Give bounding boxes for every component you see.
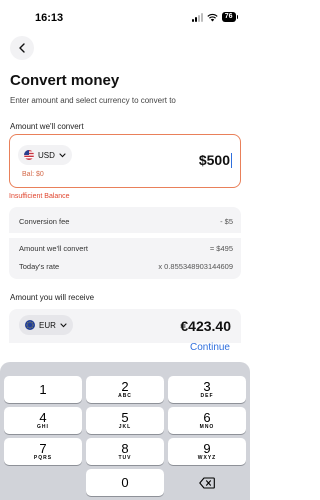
insufficient-balance-error: Insufficient Balance bbox=[9, 193, 70, 200]
status-time: 16:13 bbox=[35, 12, 64, 24]
us-flag-icon bbox=[24, 150, 34, 160]
key-1[interactable]: 1 bbox=[4, 376, 82, 403]
chevron-down-icon bbox=[59, 152, 66, 157]
convert-to-label: Amount you will receive bbox=[10, 293, 95, 302]
delete-key[interactable] bbox=[168, 469, 246, 496]
battery-level: 76 bbox=[221, 12, 236, 22]
back-button[interactable] bbox=[10, 36, 34, 60]
key-letters: MNO bbox=[199, 423, 215, 430]
summary-divider bbox=[9, 233, 241, 238]
convert-from-label: Amount we'll convert bbox=[10, 122, 84, 131]
from-currency-code: USD bbox=[38, 150, 55, 160]
key-number: 4 bbox=[39, 409, 47, 425]
amount-convert-row: Amount we'll convert = $495 bbox=[19, 244, 233, 253]
key-letters: WXYZ bbox=[197, 454, 217, 461]
key-number: 3 bbox=[203, 378, 211, 394]
key-3[interactable]: 3 DEF bbox=[168, 376, 246, 403]
rate-value: x 0.855348903144609 bbox=[158, 262, 233, 271]
to-currency-code: EUR bbox=[39, 320, 56, 330]
amount-convert-label: Amount we'll convert bbox=[19, 244, 88, 253]
key-letters: PQRS bbox=[33, 454, 53, 461]
back-arrow-icon bbox=[19, 43, 25, 53]
key-blank bbox=[4, 469, 82, 496]
key-4[interactable]: 4 GHI bbox=[4, 407, 82, 434]
key-letters: GHI bbox=[37, 423, 49, 430]
page-subtitle: Enter amount and select currency to conv… bbox=[10, 96, 176, 105]
key-2[interactable]: 2 ABC bbox=[86, 376, 164, 403]
backspace-icon bbox=[199, 476, 215, 489]
balance-text: Bal: $0 bbox=[22, 171, 44, 178]
key-number: 9 bbox=[203, 440, 211, 456]
key-letters: ABC bbox=[118, 392, 132, 399]
text-caret bbox=[231, 152, 232, 168]
eu-flag-icon bbox=[25, 320, 35, 330]
key-0[interactable]: 0 bbox=[86, 469, 164, 496]
page-title: Convert money bbox=[10, 72, 120, 89]
wifi-icon bbox=[207, 13, 218, 21]
key-letters: TUV bbox=[118, 454, 132, 461]
key-8[interactable]: 8 TUV bbox=[86, 438, 164, 465]
amount-value: $500 bbox=[198, 152, 230, 168]
to-currency-selector[interactable]: EUR bbox=[19, 315, 73, 335]
key-number: 5 bbox=[121, 409, 129, 425]
key-number: 2 bbox=[121, 378, 129, 394]
from-currency-selector[interactable]: USD bbox=[18, 145, 72, 165]
key-7[interactable]: 7 PQRS bbox=[4, 438, 82, 465]
key-letters: DEF bbox=[200, 392, 214, 399]
amount-convert-value: = $495 bbox=[209, 244, 233, 253]
rate-row: Today's rate x 0.855348903144609 bbox=[19, 262, 233, 271]
conversion-fee-label: Conversion fee bbox=[19, 217, 70, 226]
key-number: 6 bbox=[203, 409, 211, 425]
conversion-summary: Conversion fee - $5 Amount we'll convert… bbox=[9, 207, 241, 279]
key-letters: JKL bbox=[118, 423, 132, 430]
conversion-fee-value: - $5 bbox=[220, 217, 233, 226]
status-icons: 76 bbox=[191, 12, 238, 22]
key-number: 7 bbox=[39, 440, 47, 456]
convert-to-card: EUR €423.40 bbox=[9, 309, 241, 343]
convert-from-card: USD $500 Bal: $0 bbox=[9, 134, 241, 188]
numeric-keypad: 1 2 ABC 3 DEF 4 GHI 5 JKL 6 MNO 7 PQRS 8… bbox=[0, 362, 250, 500]
amount-input[interactable]: $500 bbox=[199, 152, 232, 168]
signal-icon bbox=[191, 12, 203, 22]
key-number: 8 bbox=[121, 440, 129, 456]
receive-amount: €423.40 bbox=[180, 318, 231, 334]
status-bar: 16:13 76 bbox=[0, 0, 250, 36]
key-number: 1 bbox=[39, 382, 47, 397]
key-5[interactable]: 5 JKL bbox=[86, 407, 164, 434]
chevron-down-icon bbox=[60, 322, 67, 327]
rate-label: Today's rate bbox=[19, 262, 60, 271]
conversion-fee-row: Conversion fee - $5 bbox=[19, 217, 233, 226]
battery-icon: 76 bbox=[221, 12, 238, 22]
continue-button[interactable]: Continue bbox=[190, 342, 230, 353]
key-6[interactable]: 6 MNO bbox=[168, 407, 246, 434]
key-number: 0 bbox=[121, 475, 129, 490]
key-9[interactable]: 9 WXYZ bbox=[168, 438, 246, 465]
